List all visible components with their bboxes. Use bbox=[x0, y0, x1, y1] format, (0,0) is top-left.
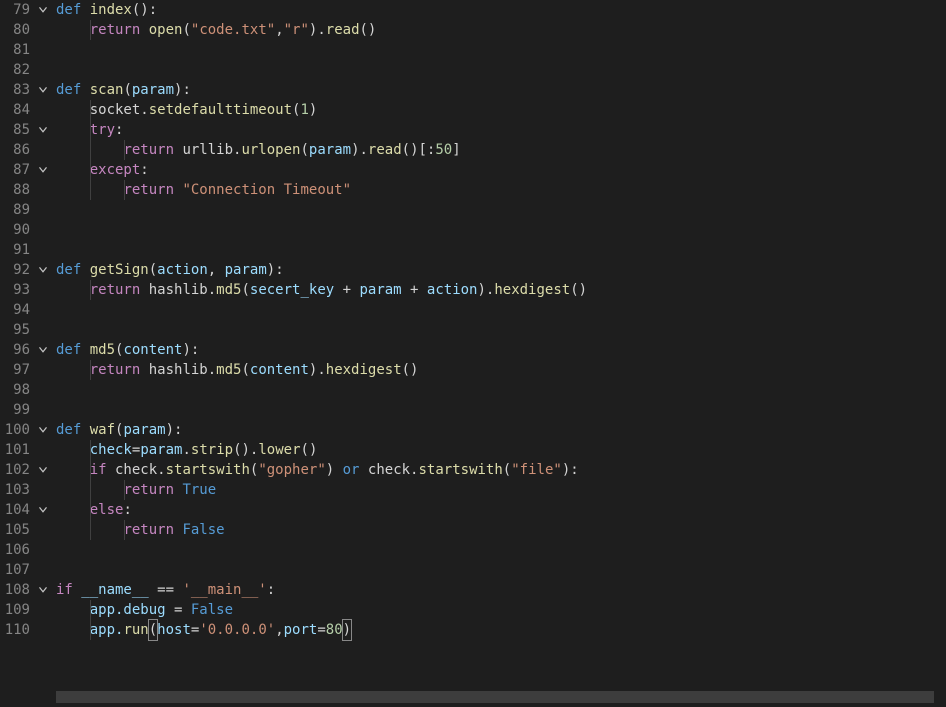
fold-toggle-icon[interactable] bbox=[36, 423, 50, 437]
line-number: 106 bbox=[0, 540, 30, 560]
line-number: 100 bbox=[0, 420, 30, 440]
fold-toggle-icon[interactable] bbox=[36, 263, 50, 277]
line-number: 91 bbox=[0, 240, 30, 260]
line-number: 88 bbox=[0, 180, 30, 200]
line-number: 97 bbox=[0, 360, 30, 380]
code-line[interactable]: app.run(host='0.0.0.0',port=80) bbox=[56, 620, 946, 640]
code-line[interactable] bbox=[56, 40, 946, 60]
horizontal-scrollbar[interactable] bbox=[56, 691, 934, 703]
code-line[interactable]: else: bbox=[56, 500, 946, 520]
code-area[interactable]: def index(): return open("code.txt","r")… bbox=[56, 0, 946, 707]
line-number: 110 bbox=[0, 620, 30, 640]
line-number: 90 bbox=[0, 220, 30, 240]
line-number: 85 bbox=[0, 120, 30, 140]
code-line[interactable]: def waf(param): bbox=[56, 420, 946, 440]
indent-guide bbox=[90, 600, 91, 640]
code-line[interactable] bbox=[56, 220, 946, 240]
line-number: 104 bbox=[0, 500, 30, 520]
fold-toggle-icon[interactable] bbox=[36, 83, 50, 97]
line-number: 79 bbox=[0, 0, 30, 20]
code-line[interactable]: return "Connection Timeout" bbox=[56, 180, 946, 200]
line-number: 92 bbox=[0, 260, 30, 280]
code-editor[interactable]: 7980818283848586878889909192939495969798… bbox=[0, 0, 946, 707]
line-number: 94 bbox=[0, 300, 30, 320]
indent-guide bbox=[124, 520, 125, 540]
code-line[interactable] bbox=[56, 200, 946, 220]
code-line[interactable] bbox=[56, 400, 946, 420]
line-number: 95 bbox=[0, 320, 30, 340]
indent-guide bbox=[124, 140, 125, 160]
line-number: 103 bbox=[0, 480, 30, 500]
code-line[interactable] bbox=[56, 240, 946, 260]
fold-toggle-icon[interactable] bbox=[36, 463, 50, 477]
code-line[interactable]: app.debug = False bbox=[56, 600, 946, 620]
line-number: 82 bbox=[0, 60, 30, 80]
code-line[interactable]: socket.setdefaulttimeout(1) bbox=[56, 100, 946, 120]
indent-guide bbox=[90, 20, 91, 40]
fold-toggle-icon[interactable] bbox=[36, 583, 50, 597]
code-line[interactable]: def index(): bbox=[56, 0, 946, 20]
line-number: 81 bbox=[0, 40, 30, 60]
line-number: 84 bbox=[0, 100, 30, 120]
line-number: 99 bbox=[0, 400, 30, 420]
line-number-gutter: 7980818283848586878889909192939495969798… bbox=[0, 0, 34, 707]
code-line[interactable] bbox=[56, 320, 946, 340]
line-number: 109 bbox=[0, 600, 30, 620]
line-number: 96 bbox=[0, 340, 30, 360]
code-line[interactable] bbox=[56, 380, 946, 400]
fold-toggle-icon[interactable] bbox=[36, 343, 50, 357]
line-number: 102 bbox=[0, 460, 30, 480]
fold-toggle-icon[interactable] bbox=[36, 123, 50, 137]
line-number: 86 bbox=[0, 140, 30, 160]
line-number: 87 bbox=[0, 160, 30, 180]
fold-column[interactable] bbox=[34, 0, 56, 707]
code-line[interactable] bbox=[56, 300, 946, 320]
line-number: 98 bbox=[0, 380, 30, 400]
code-line[interactable]: return True bbox=[56, 480, 946, 500]
fold-toggle-icon[interactable] bbox=[36, 163, 50, 177]
code-line[interactable]: return open("code.txt","r").read() bbox=[56, 20, 946, 40]
code-line[interactable]: return urllib.urlopen(param).read()[:50] bbox=[56, 140, 946, 160]
line-number: 108 bbox=[0, 580, 30, 600]
line-number: 101 bbox=[0, 440, 30, 460]
line-number: 89 bbox=[0, 200, 30, 220]
indent-guide bbox=[90, 440, 91, 540]
code-line[interactable]: return hashlib.md5(content).hexdigest() bbox=[56, 360, 946, 380]
code-line[interactable] bbox=[56, 60, 946, 80]
fold-toggle-icon[interactable] bbox=[36, 503, 50, 517]
indent-guide bbox=[90, 360, 91, 380]
code-line[interactable]: if check.startswith("gopher") or check.s… bbox=[56, 460, 946, 480]
code-line[interactable]: def getSign(action, param): bbox=[56, 260, 946, 280]
indent-guide bbox=[90, 100, 91, 200]
code-line[interactable]: def scan(param): bbox=[56, 80, 946, 100]
fold-toggle-icon[interactable] bbox=[36, 3, 50, 17]
line-number: 93 bbox=[0, 280, 30, 300]
vertical-scrollbar[interactable] bbox=[934, 0, 946, 707]
code-line[interactable]: return False bbox=[56, 520, 946, 540]
indent-guide bbox=[90, 280, 91, 300]
line-number: 107 bbox=[0, 560, 30, 580]
code-line[interactable] bbox=[56, 560, 946, 580]
code-line[interactable]: check=param.strip().lower() bbox=[56, 440, 946, 460]
code-line[interactable]: def md5(content): bbox=[56, 340, 946, 360]
line-number: 83 bbox=[0, 80, 30, 100]
code-line[interactable]: try: bbox=[56, 120, 946, 140]
indent-guide bbox=[124, 180, 125, 200]
indent-guide bbox=[124, 480, 125, 500]
line-number: 105 bbox=[0, 520, 30, 540]
code-line[interactable]: if __name__ == '__main__': bbox=[56, 580, 946, 600]
line-number: 80 bbox=[0, 20, 30, 40]
code-line[interactable]: except: bbox=[56, 160, 946, 180]
horizontal-scrollbar-thumb[interactable] bbox=[56, 691, 934, 703]
code-line[interactable]: return hashlib.md5(secert_key + param + … bbox=[56, 280, 946, 300]
code-line[interactable] bbox=[56, 540, 946, 560]
